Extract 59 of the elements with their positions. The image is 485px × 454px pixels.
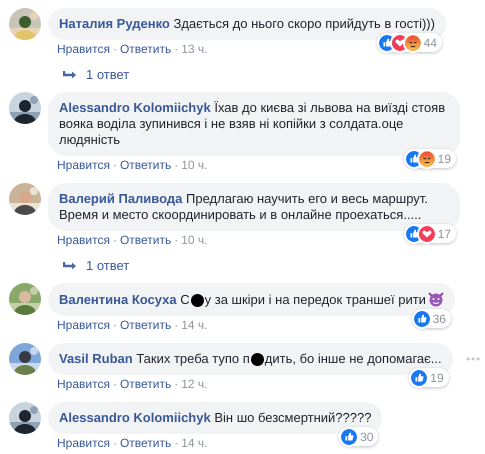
action-link[interactable]: Ответить [120, 377, 172, 392]
separator-dot: · [173, 158, 180, 173]
separator-dot: · [112, 42, 118, 57]
comment-text: Alessandro Kolomiichyk Він шо безсмертний????? [59, 410, 372, 425]
angry-face-icon [404, 34, 421, 50]
thumbs-up-icon [414, 310, 430, 326]
action-link[interactable]: Нравится [57, 233, 110, 248]
thumbs-up-icon [341, 428, 358, 444]
author-name[interactable]: Валентина Косуха [59, 292, 177, 307]
replies-link[interactable]: 1 ответ [86, 258, 130, 273]
author-name[interactable]: Vasil Ruban [59, 351, 133, 366]
reply-arrow-icon [63, 260, 77, 270]
action-link[interactable]: Ответить [120, 233, 172, 248]
replies-link[interactable]: 1 ответ [86, 67, 130, 82]
reaction-count: 36 [432, 310, 446, 328]
action-link[interactable]: Нравится [57, 318, 110, 333]
separator-dot: · [173, 436, 180, 451]
separator-dot: · [112, 436, 118, 451]
author-name[interactable]: Alessandro Kolomiichyk [59, 100, 211, 115]
author-name[interactable]: Наталия Руденко [59, 16, 170, 31]
separator-dot: · [173, 42, 180, 57]
thumbs-up-icon [406, 226, 422, 242]
separator-dot: · [173, 377, 180, 392]
action-link[interactable]: Ответить [120, 318, 172, 333]
separator-dot: · [173, 318, 180, 333]
comment-text: Vasil Ruban Таких треба тупо п дить, бо інше не допомагає... [59, 351, 442, 366]
action-link[interactable]: Ответить [120, 42, 172, 57]
angry-face-icon [418, 150, 435, 166]
thumbs-up-icon [411, 370, 428, 386]
separator-dot: · [112, 377, 118, 392]
separator-dot: · [112, 158, 118, 173]
reaction-count: 19 [438, 150, 451, 168]
censor-mark [190, 294, 204, 308]
action-link[interactable]: Ответить [120, 436, 172, 451]
separator-dot: · [173, 233, 180, 248]
action-link[interactable]: Нравится [57, 158, 110, 173]
comment-text: Валерий Паливода Предлагаю научить его и весь маршрут. Время и место скоординировать и в онлайне проехаться..... [59, 191, 428, 222]
reaction-count: 44 [424, 34, 437, 52]
reply-arrow-icon [63, 70, 77, 80]
reaction-count: 30 [360, 428, 374, 446]
action-link[interactable]: Нравится [57, 377, 110, 392]
thumbs-up-icon [378, 34, 395, 50]
action-link[interactable]: Нравится [57, 436, 110, 451]
heart-icon [392, 34, 408, 50]
author-name[interactable]: Alessandro Kolomiichyk [59, 410, 211, 425]
heart-icon [418, 226, 435, 242]
comment-text: Валентина Косуха С у за шкіри і на передок траншеї рити [59, 292, 426, 307]
comment-text: Alessandro Kolomiichyk Їхав до києва зі львова на виїзді стояв вояка воділа зупинився і не взяв ні копійки з солдата.оце людяність [59, 100, 446, 147]
reaction-count: 17 [438, 226, 451, 242]
thumbs-up-icon [406, 150, 422, 166]
action-link[interactable]: Нравится [57, 42, 110, 57]
separator-dot: · [112, 318, 118, 333]
more-options-icon[interactable] [466, 357, 480, 361]
comment-text: Наталия Руденко Здається до нього скоро прийдуть в гості))) [59, 16, 435, 31]
separator-dot: · [112, 233, 118, 248]
author-name[interactable]: Валерий Паливода [59, 191, 182, 206]
censor-mark [250, 353, 264, 366]
reaction-count: 19 [430, 370, 444, 386]
action-link[interactable]: Ответить [120, 158, 172, 173]
